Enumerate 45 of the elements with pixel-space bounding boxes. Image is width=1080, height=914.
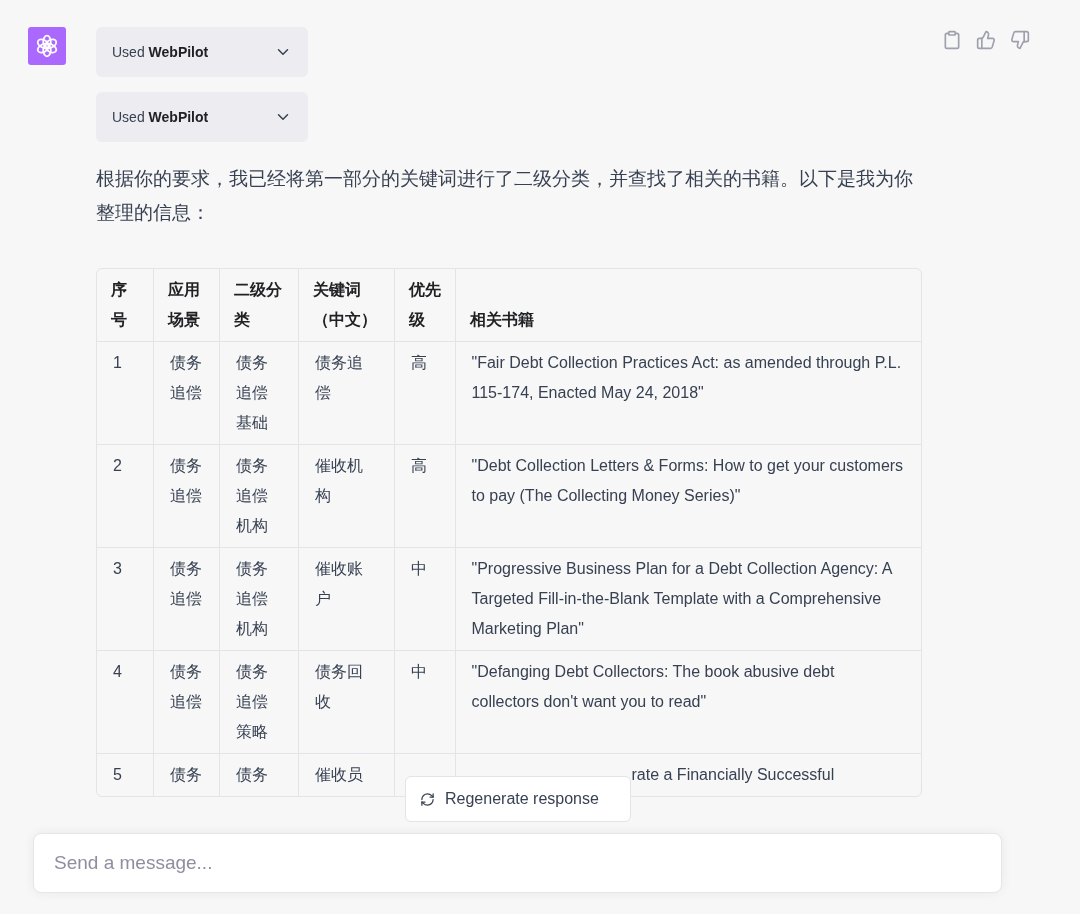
table-cell: 催收机构 bbox=[314, 457, 363, 504]
column-header: 应用场景 bbox=[153, 269, 219, 342]
table-cell: 催收账户 bbox=[314, 560, 363, 607]
table-cell: 债务回收 bbox=[314, 663, 363, 710]
column-header: 关键词（中文） bbox=[298, 269, 394, 342]
column-header: 相关书籍 bbox=[455, 269, 921, 342]
table-cell: 高 bbox=[410, 354, 427, 371]
refresh-icon bbox=[420, 791, 435, 807]
table-cell: "Debt Collection Letters & Forms: How to get your customers to pay (The Collecting Money Series)" bbox=[471, 457, 904, 504]
table-cell: 债务追偿 bbox=[314, 354, 363, 401]
table-cell: 债务追偿 bbox=[169, 560, 202, 607]
column-header: 二级分类 bbox=[219, 269, 298, 342]
thumbs-down-icon[interactable] bbox=[1010, 30, 1030, 50]
table-cell: 催收员 bbox=[314, 766, 363, 783]
table-cell: 债务追偿机构 bbox=[235, 560, 268, 637]
plugin-dropdown[interactable]: Used WebPilot bbox=[96, 27, 308, 77]
table-cell: 债务追偿 bbox=[169, 457, 202, 504]
plugin-dropdown[interactable]: Used WebPilot bbox=[96, 92, 308, 142]
table-cell: 债务 bbox=[169, 766, 202, 783]
table-cell: 中 bbox=[410, 560, 427, 577]
regenerate-button[interactable]: Regenerate response bbox=[405, 776, 631, 822]
table-cell: 债务追偿机构 bbox=[235, 457, 268, 534]
table-cell: 3 bbox=[113, 560, 122, 577]
table-cell: 2 bbox=[113, 457, 122, 474]
message-text: 根据你的要求，我已经将第一部分的关键词进行了二级分类，并查找了相关的书籍。以下是我为你整理的信息： bbox=[96, 167, 914, 225]
logo-icon bbox=[34, 33, 60, 59]
table-cell: 高 bbox=[410, 457, 427, 474]
table-cell: 债务追偿策略 bbox=[235, 663, 268, 740]
table-cell: 债务 bbox=[235, 766, 268, 783]
table-cell: 债务追偿基础 bbox=[235, 354, 268, 431]
message-input[interactable]: Send a message... bbox=[33, 833, 1002, 893]
table-cell: 债务追偿 bbox=[169, 663, 202, 710]
table-cell: 5 bbox=[113, 766, 122, 783]
table-cell: 4 bbox=[113, 663, 122, 680]
table-cell: "Fair Debt Collection Practices Act: as amended through P.L. 115-174, Enacted May 24, 2018" bbox=[471, 354, 902, 401]
column-header: 序号 bbox=[97, 269, 153, 342]
copy-icon[interactable] bbox=[942, 30, 962, 50]
table-cell: 中 bbox=[410, 663, 427, 680]
table-cell: rate a Financially Successful bbox=[631, 766, 835, 783]
table-cell: "Defanging Debt Collectors: The book abusive debt collectors don't want you to read" bbox=[471, 663, 835, 710]
column-header: 优先级 bbox=[394, 269, 455, 342]
table-cell: 债务追偿 bbox=[169, 354, 202, 401]
table-cell: "Progressive Business Plan for a Debt Collection Agency: A Targeted Fill-in-the-Blank Template with a Comprehensive Marketing Plan" bbox=[471, 560, 892, 637]
table-cell: 1 bbox=[113, 354, 122, 371]
thumbs-up-icon[interactable] bbox=[976, 30, 996, 50]
